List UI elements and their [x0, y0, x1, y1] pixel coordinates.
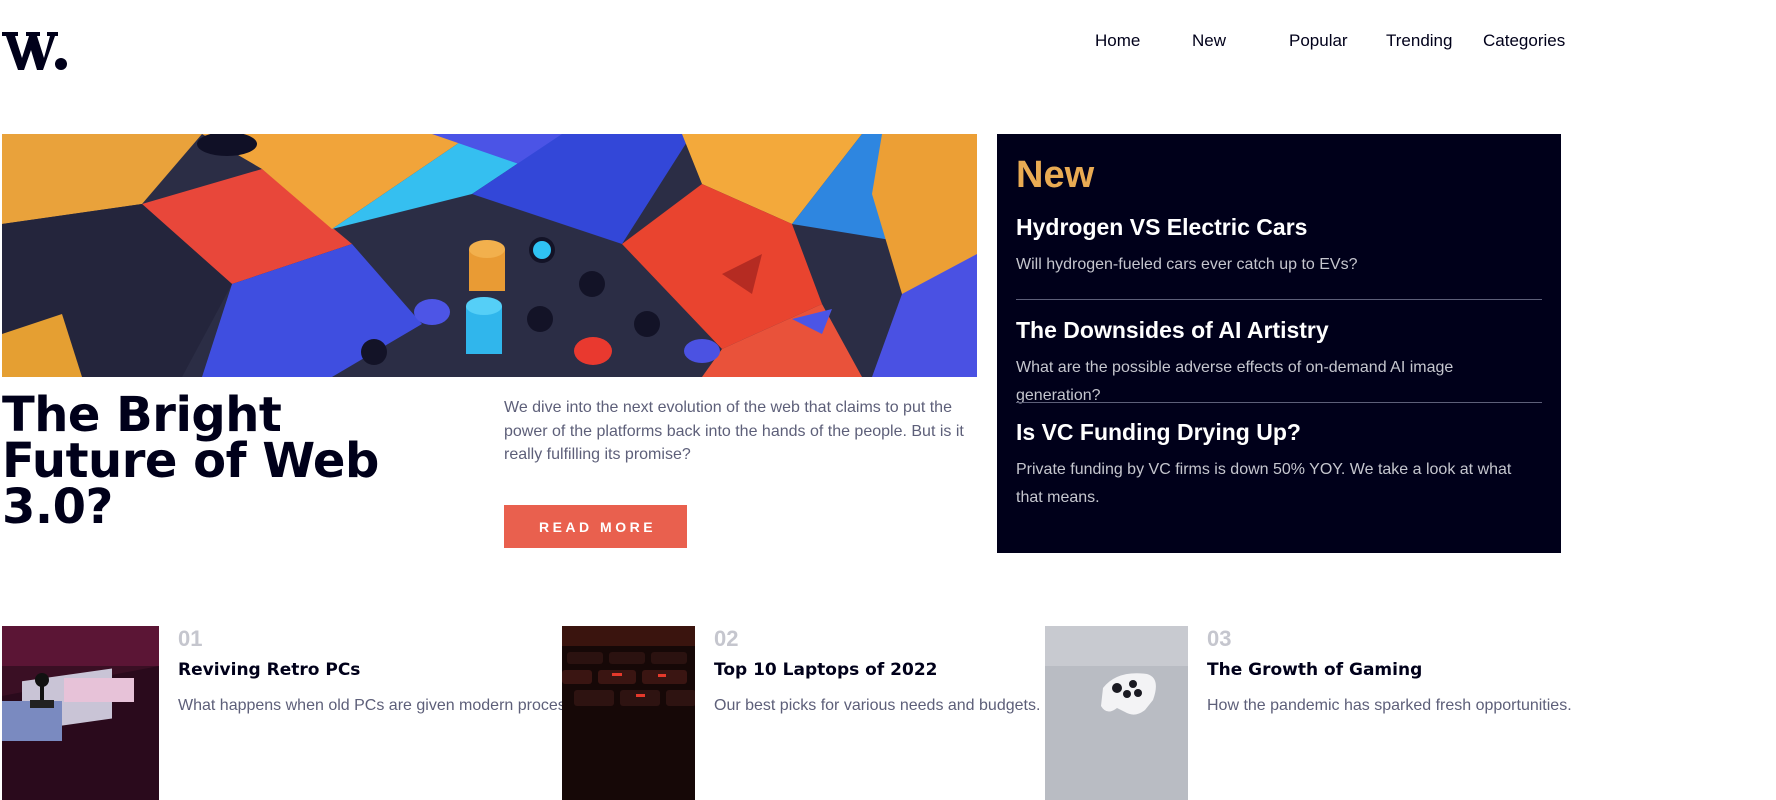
article-card-gaming: 03 The Growth of Gaming How the pandemic…: [1045, 626, 1572, 800]
new-item-title[interactable]: Hydrogen VS Electric Cars: [1016, 214, 1542, 241]
nav-item-trending[interactable]: Trending: [1386, 31, 1452, 51]
nav-item-popular[interactable]: Popular: [1289, 31, 1348, 51]
article-description: How the pandemic has sparked fresh oppor…: [1207, 697, 1572, 714]
article-title[interactable]: Reviving Retro PCs: [178, 660, 360, 680]
article-number: 03: [1207, 626, 1232, 651]
article-card-laptops: 02 Top 10 Laptops of 2022 Our best picks…: [562, 626, 1040, 800]
hero-title: The Bright Future of Web 3.0?: [2, 387, 379, 535]
retro-pc-image: [2, 626, 159, 800]
article-number: 01: [178, 626, 203, 651]
new-item: Hydrogen VS Electric Cars Will hydrogen-…: [1016, 214, 1542, 279]
new-item-title[interactable]: The Downsides of AI Artistry: [1016, 317, 1542, 344]
article-description: Our best picks for various needs and bud…: [714, 697, 1041, 714]
divider: [1016, 299, 1542, 300]
article-description: What happens when old PCs are given mode…: [178, 697, 605, 714]
nav-item-categories[interactable]: Categories: [1483, 31, 1565, 51]
new-panel-heading: New: [1016, 154, 1095, 196]
nav-item-new[interactable]: New: [1192, 31, 1226, 51]
new-item-title[interactable]: Is VC Funding Drying Up?: [1016, 419, 1542, 446]
new-item: Is VC Funding Drying Up? Private funding…: [1016, 419, 1542, 512]
new-articles-panel: New Hydrogen VS Electric Cars Will hydro…: [997, 134, 1561, 553]
new-item-description: Private funding by VC firms is down 50% …: [1016, 461, 1512, 506]
hero-image: [2, 134, 977, 377]
laptop-keyboard-image: [562, 626, 695, 800]
new-item: The Downsides of AI Artistry What are th…: [1016, 317, 1542, 410]
article-card-retro-pcs: 01 Reviving Retro PCs What happens when …: [2, 626, 605, 800]
divider: [1016, 402, 1542, 403]
main-nav: Home New Popular Trending Categories: [0, 31, 1776, 55]
article-title[interactable]: Top 10 Laptops of 2022: [714, 660, 937, 680]
game-controller-image: [1045, 626, 1188, 800]
nav-item-home[interactable]: Home: [1095, 31, 1140, 51]
hero-description: We dive into the next evolution of the w…: [504, 399, 964, 463]
article-title[interactable]: The Growth of Gaming: [1207, 660, 1422, 680]
new-item-description: Will hydrogen-fueled cars ever catch up …: [1016, 256, 1358, 273]
read-more-button[interactable]: READ MORE: [504, 505, 687, 548]
article-number: 02: [714, 626, 739, 651]
